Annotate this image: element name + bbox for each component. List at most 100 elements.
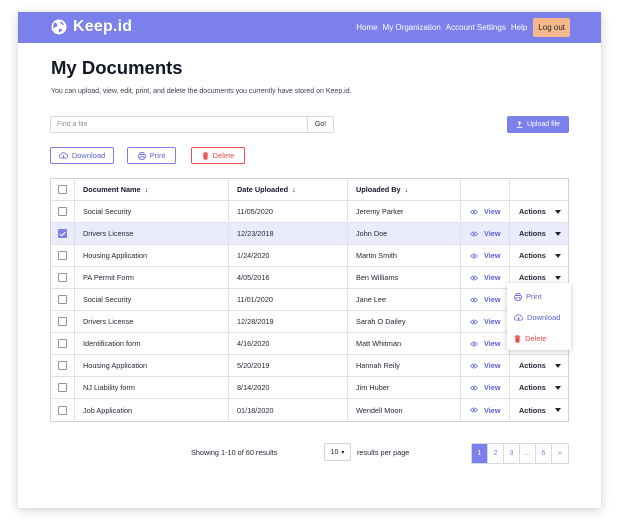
row-checkbox-cell bbox=[51, 311, 75, 332]
row-checkbox[interactable] bbox=[58, 207, 67, 216]
header-uploaded-by[interactable]: Uploaded By ↓ bbox=[348, 179, 461, 200]
logout-button[interactable]: Log out bbox=[533, 18, 570, 37]
next-page-button[interactable]: » bbox=[552, 444, 568, 463]
row-checkbox[interactable] bbox=[58, 339, 67, 348]
menu-item-download[interactable]: Download bbox=[507, 307, 571, 328]
view-link[interactable]: View bbox=[470, 361, 501, 370]
select-all-checkbox[interactable] bbox=[58, 185, 67, 194]
table-row[interactable]: Drivers License 12/28/2019 Sarah O Dailey V… bbox=[51, 311, 568, 333]
eye-icon bbox=[470, 275, 478, 280]
view-label: View bbox=[484, 229, 501, 238]
row-checkbox[interactable] bbox=[58, 273, 67, 282]
view-cell: View bbox=[461, 267, 510, 288]
eye-icon bbox=[470, 363, 478, 368]
row-checkbox[interactable] bbox=[58, 383, 67, 392]
per-page-value: 10 bbox=[330, 448, 339, 456]
page-2[interactable]: 2 bbox=[488, 444, 504, 463]
eye-icon bbox=[470, 231, 478, 236]
actions-dropdown-button[interactable]: Actions bbox=[519, 406, 561, 415]
results-count: Showing 1-10 of 60 results bbox=[191, 448, 278, 457]
caret-down-icon bbox=[554, 385, 561, 390]
actions-dropdown-button[interactable]: Actions bbox=[519, 361, 561, 370]
search-input[interactable] bbox=[51, 117, 307, 132]
header-date-uploaded[interactable]: Date Uploaded ↓ bbox=[229, 179, 348, 200]
view-link[interactable]: View bbox=[470, 207, 501, 216]
row-checkbox[interactable] bbox=[58, 229, 67, 238]
row-checkbox-cell bbox=[51, 377, 75, 398]
eye-icon bbox=[470, 319, 478, 324]
date-uploaded-cell: 4/05/2016 bbox=[229, 267, 348, 288]
view-link[interactable]: View bbox=[470, 383, 501, 392]
globe-logo-icon bbox=[51, 19, 67, 35]
nav-account-settings[interactable]: Account Settings bbox=[446, 23, 506, 32]
document-name-cell: Housing Application bbox=[75, 245, 229, 266]
upload-file-button[interactable]: Upload file bbox=[507, 116, 569, 133]
header-actions-cell bbox=[510, 179, 568, 200]
uploaded-by-cell: Jeremy Parker bbox=[348, 201, 461, 222]
actions-cell: Actions bbox=[510, 377, 568, 398]
page-6[interactable]: 6 bbox=[536, 444, 552, 463]
view-link[interactable]: View bbox=[470, 406, 501, 415]
eye-icon bbox=[470, 209, 478, 214]
cloud-download-icon bbox=[514, 314, 523, 321]
actions-dropdown-button[interactable]: Actions bbox=[519, 383, 561, 392]
menu-item-download-label: Download bbox=[527, 313, 561, 322]
date-uploaded-cell: 1/24/2020 bbox=[229, 245, 348, 266]
actions-dropdown-button[interactable]: Actions bbox=[519, 273, 561, 282]
uploaded-by-cell: Jane Lee bbox=[348, 289, 461, 310]
table-row[interactable]: Housing Application 1/24/2020 Martin Smith… bbox=[51, 245, 568, 267]
view-link[interactable]: View bbox=[470, 295, 501, 304]
page-subtitle: You can upload, view, edit, print, and d… bbox=[51, 88, 352, 95]
table-row[interactable]: Identification form 4/16/2020 Matt Whitman… bbox=[51, 333, 568, 355]
row-checkbox[interactable] bbox=[58, 251, 67, 260]
table-row[interactable]: Social Security 11/05/2020 Jeremy Parker Vi… bbox=[51, 201, 568, 223]
view-link[interactable]: View bbox=[470, 251, 501, 260]
view-label: View bbox=[484, 361, 501, 370]
view-cell: View bbox=[461, 377, 510, 398]
bulk-download-button[interactable]: Download bbox=[50, 147, 114, 164]
per-page-select[interactable]: 10 ▾ bbox=[324, 443, 351, 461]
chevron-down-icon: ▾ bbox=[341, 449, 345, 456]
menu-item-delete[interactable]: Delete bbox=[507, 328, 571, 349]
sort-arrow-icon: ↓ bbox=[292, 185, 296, 194]
header-document-name-label: Document Name bbox=[83, 185, 141, 194]
nav-my-organization[interactable]: My Organization bbox=[383, 23, 441, 32]
view-link[interactable]: View bbox=[470, 273, 501, 282]
pagination: 1 2 3 ... 6 » bbox=[471, 443, 569, 464]
table-row[interactable]: Job Application 01/18/2020 Wendell Moon Vie… bbox=[51, 399, 568, 421]
uploaded-by-cell: Sarah O Dailey bbox=[348, 311, 461, 332]
actions-dropdown-button[interactable]: Actions bbox=[519, 229, 561, 238]
header-uploaded-by-label: Uploaded By bbox=[356, 185, 401, 194]
view-link[interactable]: View bbox=[470, 317, 501, 326]
bulk-print-button[interactable]: Print bbox=[127, 147, 176, 164]
menu-item-print[interactable]: Print bbox=[507, 286, 571, 307]
view-link[interactable]: View bbox=[470, 339, 501, 348]
brand[interactable]: Keep.id bbox=[51, 18, 132, 36]
view-cell: View bbox=[461, 355, 510, 376]
row-checkbox[interactable] bbox=[58, 361, 67, 370]
actions-dropdown-button[interactable]: Actions bbox=[519, 207, 561, 216]
table-row[interactable]: Housing Application 5/20/2019 Hannah Reily… bbox=[51, 355, 568, 377]
nav-home[interactable]: Home bbox=[356, 23, 377, 32]
table-row[interactable]: Social Security11/01/2020Jane LeeViewAct… bbox=[51, 289, 568, 311]
row-checkbox[interactable] bbox=[58, 317, 67, 326]
table-row[interactable]: NJ Liability form 8/14/2020 Jim Huber View A… bbox=[51, 377, 568, 399]
table-row[interactable]: Drivers License 12/23/2018 John Doe View Act… bbox=[51, 223, 568, 245]
row-checkbox[interactable] bbox=[58, 295, 67, 304]
nav-help[interactable]: Help bbox=[511, 23, 527, 32]
search-go-button[interactable]: Go! bbox=[307, 117, 333, 132]
caret-down-icon bbox=[554, 408, 561, 412]
nav-links: Home My Organization Account Settings He… bbox=[351, 12, 570, 43]
document-name-cell: Job Application bbox=[75, 399, 229, 421]
table-row[interactable]: PA Permit Form 4/05/2016 Ben Williams View A… bbox=[51, 267, 568, 289]
menu-item-delete-label: Delete bbox=[525, 334, 547, 343]
bulk-print-label: Print bbox=[149, 151, 166, 160]
page-3[interactable]: 3 bbox=[504, 444, 520, 463]
view-link[interactable]: View bbox=[470, 229, 501, 238]
row-checkbox[interactable] bbox=[58, 405, 67, 415]
header-document-name[interactable]: Document Name ↓ bbox=[75, 179, 229, 200]
actions-label: Actions bbox=[519, 383, 546, 392]
bulk-delete-button[interactable]: Delete bbox=[191, 147, 245, 164]
actions-dropdown-button[interactable]: Actions bbox=[519, 251, 561, 260]
page-1[interactable]: 1 bbox=[472, 444, 488, 463]
